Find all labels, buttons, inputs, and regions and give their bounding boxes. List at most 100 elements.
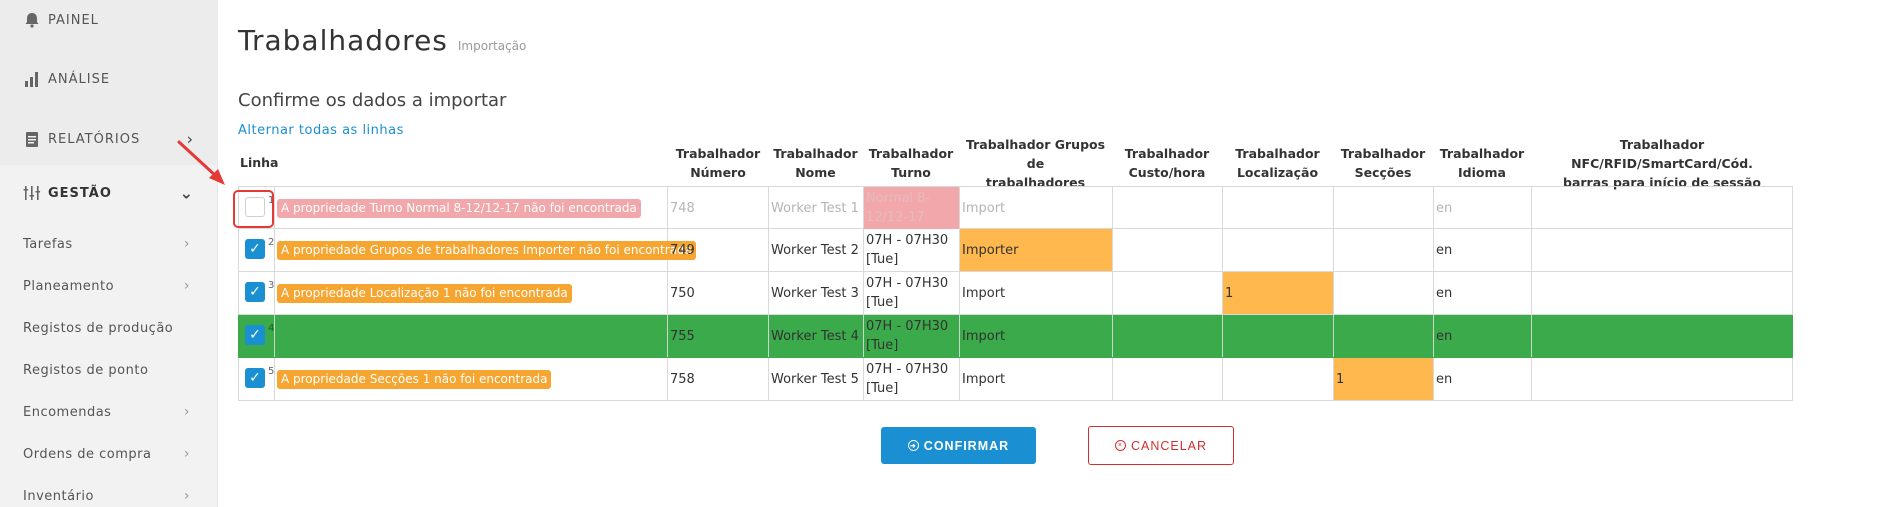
message-cell: A propriedade Grupos de trabalhadores Im…	[275, 229, 696, 271]
grupo-cell: Import	[960, 358, 1113, 400]
toggle-all-rows-link[interactable]: Alternar todas as linhas	[238, 123, 404, 138]
idioma-cell: en	[1434, 229, 1532, 271]
chevron-right-icon: ›	[183, 404, 190, 420]
numero-cell: 749	[668, 229, 769, 271]
custo-cell	[1113, 315, 1223, 357]
nome-cell: Worker Test 5	[769, 358, 864, 400]
sidebar-item-registos-ponto[interactable]: Registos de ponto	[0, 349, 218, 391]
header-line: Trabalhador NFC/RFID/SmartCard/Cód.	[1571, 136, 1753, 171]
bar-chart-icon	[22, 69, 42, 89]
linha-cell: ✓ 4	[239, 315, 275, 357]
table-row: 1 A propriedade Turno Normal 8-12/12-17 …	[233, 186, 1793, 229]
header-line: Custo/hora	[1128, 165, 1206, 180]
idioma-cell: en	[1434, 187, 1532, 229]
table-row: ✓ 4 755 Worker Test 4 07H - 07H30 [Tue] I…	[238, 315, 1793, 358]
row-checkbox[interactable]: ✓	[245, 282, 265, 302]
linha-cell: 1	[233, 187, 275, 229]
nome-cell: Worker Test 4	[769, 315, 864, 357]
linha-cell: ✓ 2	[239, 229, 275, 271]
nfc-cell	[1532, 187, 1792, 229]
chevron-right-icon: ›	[183, 236, 190, 252]
row-number: 5	[268, 366, 275, 377]
report-icon	[22, 129, 42, 149]
table-row: ✓ 5 A propriedade Secções 1 não foi enco…	[238, 358, 1793, 401]
sidebar-item-label: ANÁLISE	[48, 71, 111, 87]
message-cell: A propriedade Turno Normal 8-12/12-17 nã…	[275, 187, 668, 229]
custo-cell	[1113, 272, 1223, 314]
warning-message-badge: A propriedade Localização 1 não foi enco…	[277, 284, 572, 303]
row-number: 3	[268, 280, 275, 291]
header-line: Localização	[1236, 165, 1319, 180]
page-subtitle: Importação	[457, 39, 527, 53]
sidebar-item-label: RELATÓRIOS	[48, 131, 141, 147]
page-title: Trabalhadores	[238, 24, 448, 57]
grupo-cell: Import	[960, 315, 1113, 357]
custo-cell	[1113, 187, 1223, 229]
sidebar-item-label: Ordens de compra	[23, 446, 152, 462]
sidebar-item-label: Encomendas	[23, 404, 112, 420]
gestao-icon	[22, 183, 42, 203]
turno-line: 07H - 07H30	[866, 276, 949, 291]
idioma-cell: en	[1434, 272, 1532, 314]
localizacao-cell	[1223, 187, 1334, 229]
header-idioma: Trabalhador Idioma	[1433, 141, 1531, 185]
idioma-cell: en	[1434, 358, 1532, 400]
cancel-button[interactable]: × CANCELAR	[1088, 426, 1234, 465]
page-header: Trabalhadores Importação	[238, 24, 526, 57]
nfc-cell	[1532, 229, 1792, 271]
cancel-button-label: CANCELAR	[1130, 438, 1208, 453]
sidebar-item-label: Registos de produção	[23, 320, 174, 336]
section-heading: Confirme os dados a importar	[238, 90, 507, 111]
turno-line: [Tue]	[866, 338, 899, 353]
sidebar-item-registos-producao[interactable]: Registos de produção	[0, 307, 218, 349]
numero-cell: 750	[668, 272, 769, 314]
header-nfc: Trabalhador NFC/RFID/SmartCard/Cód. barra…	[1531, 137, 1793, 190]
sidebar-item-planeamento[interactable]: Planeamento ›	[0, 265, 218, 307]
header-line: Idioma	[1458, 165, 1506, 180]
grupo-cell: Importer	[960, 229, 1113, 271]
sidebar-item-ordens-compra[interactable]: Ordens de compra ›	[0, 433, 218, 475]
sidebar: PAINEL ANÁLISE RELATÓRIOS › GESTÃO ⌄ Tar…	[0, 0, 218, 507]
seccoes-cell: 1	[1334, 358, 1434, 400]
header-line: Trabalhador	[1235, 146, 1320, 161]
header-line: Trabalhador	[773, 146, 858, 161]
header-line: Trabalhador	[1340, 146, 1426, 161]
grupo-cell: Import	[960, 187, 1113, 229]
row-checkbox[interactable]: ✓	[245, 368, 265, 388]
nome-cell: Worker Test 2	[769, 229, 864, 271]
header-custo: Trabalhador Custo/hora	[1112, 141, 1222, 185]
numero-cell: 755	[668, 315, 769, 357]
table-row: ✓ 3 A propriedade Localização 1 não foi …	[238, 272, 1793, 315]
sidebar-group-label: GESTÃO	[48, 185, 112, 201]
warning-message-badge: A propriedade Secções 1 não foi encontra…	[277, 370, 552, 389]
row-checkbox[interactable]: ✓	[245, 239, 265, 259]
sidebar-item-encomendas[interactable]: Encomendas ›	[0, 391, 218, 433]
idioma-cell: en	[1434, 315, 1532, 357]
message-cell	[275, 315, 668, 357]
row-number: 4	[268, 323, 275, 334]
confirm-button[interactable]: ➜ CONFIRMAR	[881, 427, 1036, 464]
sidebar-item-tarefas[interactable]: Tarefas ›	[0, 223, 218, 265]
turno-line: 07H - 07H30	[866, 362, 949, 377]
turno-cell: 07H - 07H30 [Tue]	[864, 358, 960, 400]
sidebar-item-analise[interactable]: ANÁLISE	[0, 50, 218, 108]
nome-cell: Worker Test 1	[769, 187, 864, 229]
nfc-cell	[1532, 315, 1792, 357]
sidebar-item-inventario[interactable]: Inventário ›	[0, 475, 218, 507]
table-row: ✓ 2 A propriedade Grupos de trabalhadore…	[238, 229, 1793, 272]
sidebar-item-painel[interactable]: PAINEL	[0, 0, 218, 49]
linha-cell: ✓ 3	[239, 272, 275, 314]
turno-line: [Tue]	[866, 295, 899, 310]
turno-line: [Tue]	[866, 252, 899, 267]
header-line: Trabalhador Grupos de	[965, 136, 1106, 171]
row-checkbox[interactable]: ✓	[245, 325, 265, 345]
linha-cell: ✓ 5	[239, 358, 275, 400]
custo-cell	[1113, 358, 1223, 400]
arrow-right-circle-icon: ➜	[907, 440, 919, 451]
localizacao-cell	[1223, 358, 1334, 400]
seccoes-cell	[1334, 187, 1434, 229]
header-line: Trabalhador	[868, 146, 954, 161]
cancel-circle-icon: ×	[1114, 440, 1126, 451]
localizacao-cell	[1223, 315, 1334, 357]
seccoes-cell	[1334, 315, 1434, 357]
